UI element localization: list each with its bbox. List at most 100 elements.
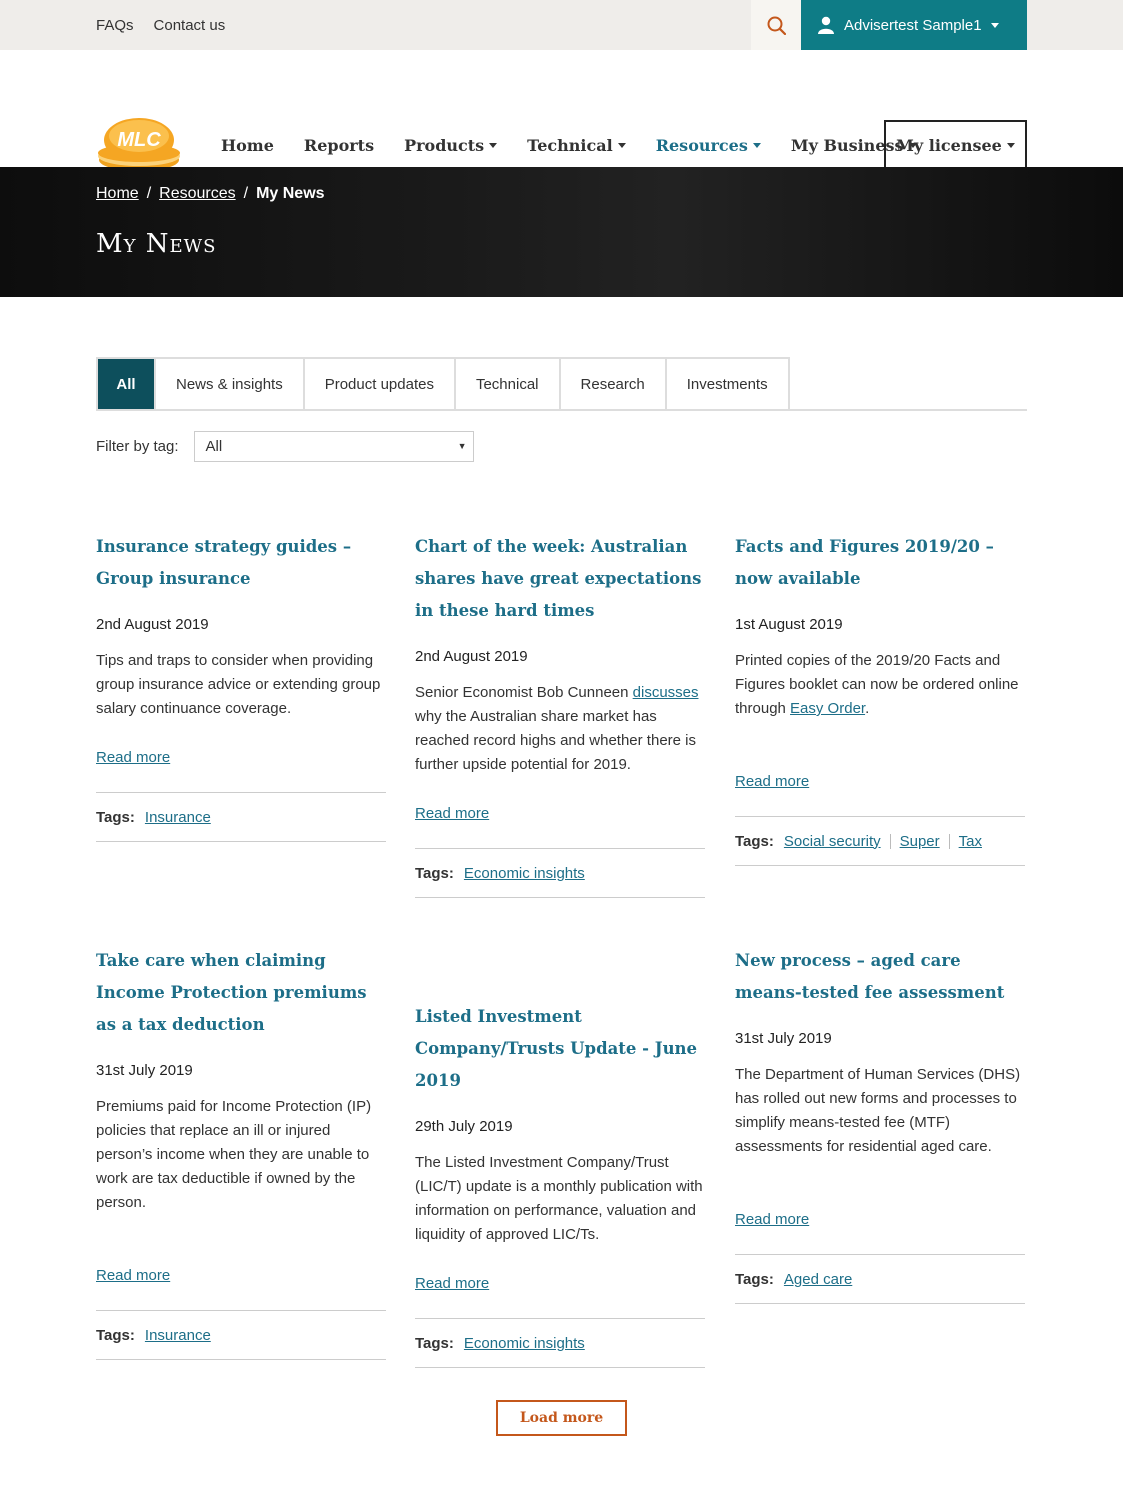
- tag-filter-value: All: [205, 438, 223, 455]
- tag-link[interactable]: Aged care: [784, 1271, 852, 1288]
- news-card-text: The Listed Investment Company/Trust (LIC…: [415, 1154, 703, 1243]
- my-licensee-button[interactable]: My licensee: [884, 120, 1027, 170]
- news-card-date: 31st July 2019: [735, 1030, 832, 1047]
- breadcrumb-separator: /: [243, 185, 249, 202]
- tags-label: Tags:: [96, 808, 135, 826]
- news-card-description: Senior Economist Bob Cunneen discusses w…: [415, 681, 705, 777]
- breadcrumb: Home / Resources / My News: [96, 185, 325, 203]
- easy-order-link[interactable]: Easy Order: [790, 700, 865, 717]
- news-card-description: Premiums paid for Income Protection (IP)…: [96, 1095, 386, 1215]
- chevron-down-icon: [489, 142, 498, 148]
- news-card-description: Tips and traps to consider when providin…: [96, 649, 386, 721]
- news-card-tags: Tags: Economic insights: [415, 848, 705, 898]
- news-card-title[interactable]: Insurance strategy guides – Group insura…: [96, 531, 386, 595]
- tab-research[interactable]: Research: [558, 357, 667, 409]
- read-more-link[interactable]: Read more: [96, 1267, 386, 1284]
- tag-link[interactable]: Social security: [784, 833, 881, 850]
- category-tabs: All News & insights Product updates Tech…: [96, 357, 1027, 411]
- tag-link[interactable]: Economic insights: [464, 1335, 585, 1352]
- news-card-title[interactable]: Listed Investment Company/Trusts Update …: [415, 1001, 705, 1097]
- filter-label: Filter by tag:: [96, 438, 179, 455]
- chevron-down-icon: [990, 22, 999, 28]
- news-card-text: Printed copies of the 2019/20 Facts and …: [735, 652, 1019, 717]
- tab-all[interactable]: All: [96, 357, 156, 409]
- tags-label: Tags:: [735, 1270, 774, 1288]
- page-banner: Home / Resources / My News My News: [0, 167, 1123, 297]
- nav-resources[interactable]: Resources: [656, 136, 761, 155]
- news-card-date: 29th July 2019: [415, 1118, 513, 1135]
- news-card-title[interactable]: Take care when claiming Income Protectio…: [96, 945, 386, 1041]
- nav-products[interactable]: Products: [404, 135, 498, 155]
- news-card-description: Printed copies of the 2019/20 Facts and …: [735, 649, 1025, 721]
- news-card-title[interactable]: Facts and Figures 2019/20 – now availabl…: [735, 531, 1025, 595]
- page-title: My News: [96, 229, 217, 259]
- news-card-date: 1st August 2019: [735, 616, 843, 633]
- tag-link[interactable]: Tax: [959, 833, 982, 850]
- nav-reports[interactable]: Reports: [304, 136, 374, 155]
- read-more-link[interactable]: Read more: [735, 1211, 1025, 1228]
- tab-investments[interactable]: Investments: [664, 357, 790, 409]
- news-card-text: Premiums paid for Income Protection (IP)…: [96, 1098, 372, 1211]
- tags-label: Tags:: [735, 832, 774, 850]
- news-card-title[interactable]: New process – aged care means-tested fee…: [735, 945, 1025, 1009]
- read-more-link[interactable]: Read more: [415, 1275, 705, 1292]
- news-card: Take care when claiming Income Protectio…: [96, 945, 386, 1360]
- nav-technical[interactable]: Technical: [527, 136, 626, 155]
- nav-home-label: Home: [221, 135, 274, 155]
- news-card-description: The Department of Human Services (DHS) h…: [735, 1063, 1025, 1159]
- my-licensee-label: My licensee: [896, 135, 1002, 155]
- tag-link[interactable]: Super: [900, 833, 940, 850]
- contact-us-link[interactable]: Contact us: [154, 17, 226, 34]
- tab-product-updates[interactable]: Product updates: [302, 357, 456, 409]
- nav-resources-label: Resources: [655, 135, 748, 155]
- nav-technical-label: Technical: [527, 135, 613, 155]
- mlc-logo-icon: MLC: [98, 118, 180, 171]
- news-card-date: 2nd August 2019: [96, 616, 209, 633]
- read-more-link[interactable]: Read more: [415, 805, 705, 822]
- news-card: New process – aged care means-tested fee…: [735, 945, 1025, 1304]
- user-name: Advisertest Sample1: [844, 16, 982, 34]
- read-more-link[interactable]: Read more: [96, 749, 386, 766]
- news-card-date: 31st July 2019: [96, 1062, 193, 1079]
- tag-filter-select[interactable]: All ▼: [193, 431, 474, 462]
- breadcrumb-resources[interactable]: Resources: [159, 185, 235, 203]
- nav-home[interactable]: Home: [221, 136, 274, 155]
- load-more-button[interactable]: Load more: [496, 1400, 627, 1436]
- nav-items: Home Reports Products Technical Resource…: [221, 120, 947, 170]
- nav-products-label: Products: [404, 135, 485, 155]
- news-card-description: The Listed Investment Company/Trust (LIC…: [415, 1151, 705, 1247]
- nav-reports-label: Reports: [303, 135, 375, 155]
- discusses-link[interactable]: discusses: [633, 684, 699, 701]
- news-card-text: The Department of Human Services (DHS) h…: [735, 1066, 1021, 1155]
- tags-label: Tags:: [415, 1334, 454, 1352]
- news-card: Facts and Figures 2019/20 – now availabl…: [735, 531, 1025, 866]
- tags-label: Tags:: [96, 1326, 135, 1344]
- breadcrumb-home[interactable]: Home: [96, 185, 139, 203]
- tab-news-insights[interactable]: News & insights: [154, 357, 305, 409]
- tag-link[interactable]: Insurance: [145, 1327, 211, 1344]
- search-icon: [767, 16, 786, 35]
- chevron-down-icon: [752, 142, 761, 148]
- tag-link[interactable]: Insurance: [145, 809, 211, 826]
- chevron-down-icon: [617, 142, 626, 148]
- tag-link[interactable]: Economic insights: [464, 865, 585, 882]
- news-card: Insurance strategy guides – Group insura…: [96, 531, 386, 842]
- main-navigation: MLC Home Reports Products Technical Reso…: [0, 50, 1123, 171]
- search-button[interactable]: [751, 0, 801, 50]
- faqs-link[interactable]: FAQs: [96, 17, 134, 34]
- news-card-text: .: [865, 700, 870, 717]
- news-card-text: why the Australian share market has reac…: [415, 708, 697, 773]
- user-menu[interactable]: Advisertest Sample1: [801, 0, 1027, 50]
- tab-technical[interactable]: Technical: [453, 357, 561, 409]
- chevron-down-icon: [1006, 142, 1015, 148]
- logo-text: MLC: [117, 129, 161, 151]
- news-card-title[interactable]: Chart of the week: Australian shares hav…: [415, 531, 705, 627]
- news-card-text: Senior Economist Bob Cunneen: [415, 684, 633, 701]
- utility-bar: FAQs Contact us Advisertest Sample1: [0, 0, 1123, 50]
- tag-separator: [889, 833, 891, 849]
- news-card-tags: Tags: Insurance: [96, 792, 386, 842]
- utility-links: FAQs Contact us: [96, 0, 225, 50]
- user-icon: [818, 16, 834, 34]
- read-more-link[interactable]: Read more: [735, 773, 1025, 790]
- news-card: Listed Investment Company/Trusts Update …: [415, 1001, 705, 1368]
